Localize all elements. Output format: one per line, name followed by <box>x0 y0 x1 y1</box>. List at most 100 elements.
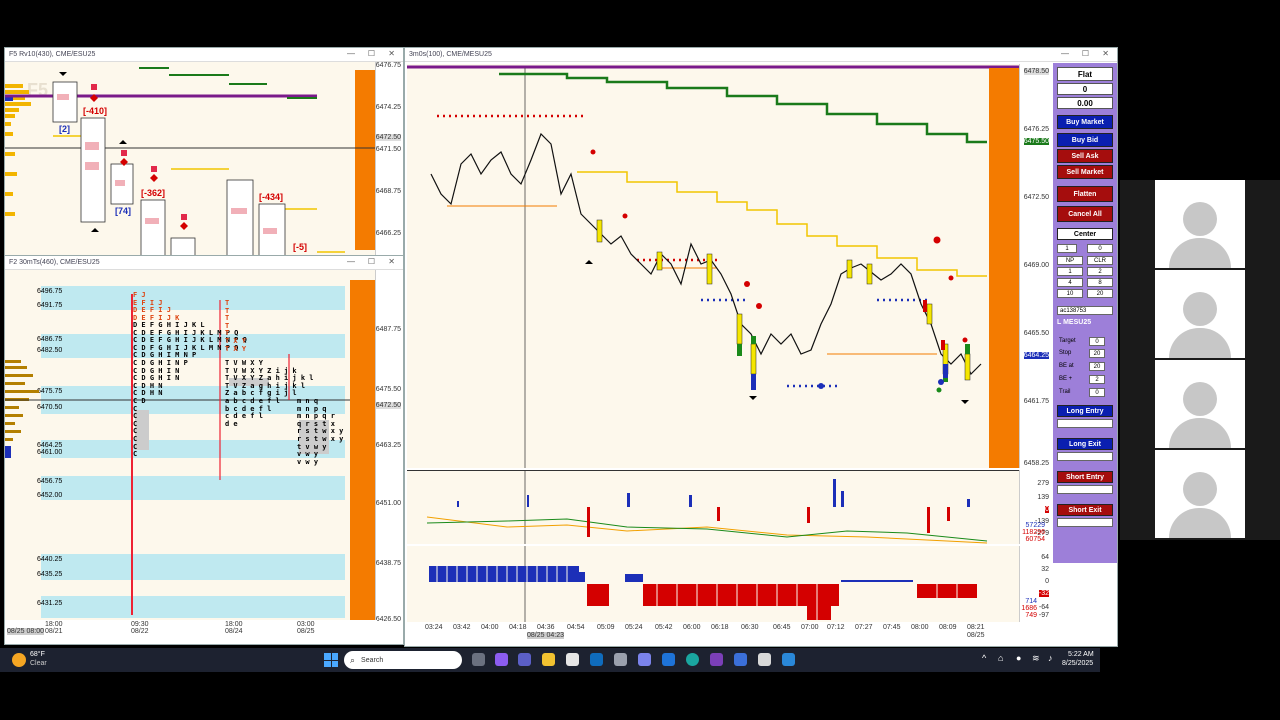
grid-np-button[interactable]: NP <box>1057 256 1083 265</box>
buy-bid-button[interactable]: Buy Bid <box>1057 133 1113 147</box>
mic-icon[interactable]: ● <box>1016 653 1021 663</box>
short-exit-button[interactable]: Short Exit <box>1057 504 1113 516</box>
clock-date[interactable]: 8/25/2025 <box>1062 660 1093 667</box>
task-view-icon[interactable] <box>472 653 485 666</box>
window-title-bar[interactable]: 3m0s(100), CME/MESU25 — ☐ ✕ <box>405 48 1117 62</box>
file-explorer-icon[interactable] <box>542 653 555 666</box>
start-icon[interactable] <box>324 653 338 667</box>
trail-input[interactable]: 0 <box>1089 388 1105 397</box>
order-entry-panel: Flat 0 0.00 Buy Market Buy Bid Sell Ask … <box>1053 63 1117 563</box>
store-icon[interactable] <box>566 653 579 666</box>
close-icon[interactable]: ✕ <box>388 49 395 58</box>
window-f2-tpo-chart: F2 30mTs(460), CME/ESU25 — ☐ ✕ 6496.75 6… <box>4 255 404 645</box>
price-label: 6475.50 <box>1023 138 1049 145</box>
grid-clr-button[interactable]: CLR <box>1087 256 1113 265</box>
volume-icon[interactable]: ♪ <box>1048 653 1053 663</box>
minimize-icon[interactable]: — <box>1061 49 1069 58</box>
quantity-input-2[interactable]: 0 <box>1087 244 1113 253</box>
axis-label: 32 <box>1041 566 1049 573</box>
window-app-icon[interactable] <box>758 653 771 666</box>
maximize-icon[interactable]: ☐ <box>1082 49 1089 58</box>
short-entry-select[interactable] <box>1057 485 1113 494</box>
edge-icon[interactable] <box>686 653 699 666</box>
main-time-axis: 03:24 03:42 04:00 04:18 04:36 04:54 05:0… <box>407 622 1051 644</box>
quantity-input[interactable]: 1 <box>1057 244 1077 253</box>
maximize-icon[interactable]: ☐ <box>368 257 375 266</box>
teams-icon[interactable] <box>518 653 531 666</box>
weather-temp[interactable]: 68°F <box>30 651 45 658</box>
window-title-bar[interactable]: F2 30mTs(460), CME/ESU25 — ☐ ✕ <box>5 256 403 270</box>
search-box[interactable]: ⌕ Search <box>344 651 462 669</box>
window-main-chart: 3m0s(100), CME/MESU25 — ☐ ✕ 6478.50 6476… <box>404 47 1118 647</box>
time-label: 04:00 <box>481 624 499 631</box>
time-label: 06:18 <box>711 624 729 631</box>
price-label: 6451.00 <box>375 500 401 507</box>
be-plus-input[interactable]: 2 <box>1089 375 1105 384</box>
stop-input[interactable]: 20 <box>1089 349 1105 358</box>
cancel-all-button[interactable]: Cancel All <box>1057 206 1113 222</box>
mail-icon[interactable] <box>662 653 675 666</box>
short-entry-button[interactable]: Short Entry <box>1057 471 1113 483</box>
grid-qty-button[interactable]: 2 <box>1087 267 1113 276</box>
short-exit-select[interactable] <box>1057 518 1113 527</box>
trading-app-icon[interactable] <box>734 653 747 666</box>
f5-chart-area[interactable]: F5 [-410] [2] [-362] [74] [-434] [-5] <box>5 62 377 258</box>
be-at-input[interactable]: 20 <box>1089 362 1105 371</box>
participant-tile[interactable] <box>1155 180 1245 268</box>
grid-qty-button[interactable]: 20 <box>1087 289 1113 298</box>
participant-tile[interactable] <box>1155 360 1245 448</box>
target-input[interactable]: 0 <box>1089 337 1105 346</box>
long-exit-button[interactable]: Long Exit <box>1057 438 1113 450</box>
main-price-chart[interactable] <box>407 64 1019 468</box>
account-select[interactable]: ac138753 <box>1057 306 1113 315</box>
close-icon[interactable]: ✕ <box>1102 49 1109 58</box>
grid-qty-button[interactable]: 4 <box>1057 278 1083 287</box>
sell-ask-button[interactable]: Sell Ask <box>1057 149 1113 163</box>
participant-tile[interactable] <box>1155 450 1245 538</box>
teams-icon[interactable] <box>638 653 651 666</box>
axis-label: 139 <box>1037 494 1049 501</box>
grid-qty-button[interactable]: 8 <box>1087 278 1113 287</box>
grid-qty-button[interactable]: 1 <box>1057 267 1083 276</box>
flatten-button[interactable]: Flatten <box>1057 186 1113 202</box>
chart-app-icon[interactable] <box>782 653 795 666</box>
long-exit-select[interactable] <box>1057 452 1113 461</box>
tpo-profile-1: F J E F I J D E F I J D E F I J K <box>133 291 180 322</box>
main-price-axis[interactable]: 6478.50 6476.25 6475.50 6472.50 6469.00 … <box>1019 64 1051 468</box>
time-label: 04:54 <box>567 624 585 631</box>
price-label: 6472.50 <box>1023 194 1049 201</box>
close-icon[interactable]: ✕ <box>388 257 395 266</box>
visual-studio-icon[interactable] <box>710 653 723 666</box>
cursor-time-label: 08/25 08:00 <box>7 628 44 635</box>
long-entry-button[interactable]: Long Entry <box>1057 405 1113 417</box>
sell-market-button[interactable]: Sell Market <box>1057 165 1113 179</box>
f5-price-axis[interactable]: 6476.75 6474.25 6472.50 6471.50 6468.75 … <box>375 62 403 256</box>
date-label: 08/22 <box>131 628 149 635</box>
indicator-volume-pane[interactable] <box>407 546 1019 622</box>
search-placeholder: Search <box>361 656 384 664</box>
network-icon[interactable]: ⌂ <box>998 653 1003 663</box>
maximize-icon[interactable]: ☐ <box>368 49 375 58</box>
grid-qty-button[interactable]: 10 <box>1057 289 1083 298</box>
long-entry-select[interactable] <box>1057 419 1113 428</box>
tray-chevron-icon[interactable]: ^ <box>982 653 986 663</box>
minimize-icon[interactable]: — <box>347 49 355 58</box>
tpo-price-axis[interactable]: 6487.75 6475.50 6472.50 6463.25 6451.00 … <box>375 270 403 644</box>
window-title-bar[interactable]: F5 Rv10(430), CME/ESU25 — ☐ ✕ <box>5 48 403 62</box>
outlook-icon[interactable] <box>590 653 603 666</box>
wifi-icon[interactable]: ≋ <box>1032 653 1040 664</box>
weather-icon[interactable] <box>12 653 26 667</box>
copilot-icon[interactable] <box>495 653 508 666</box>
minimize-icon[interactable]: — <box>347 257 355 266</box>
clock-time[interactable]: 5:22 AM <box>1068 651 1094 658</box>
center-button[interactable]: Center <box>1057 228 1113 240</box>
participant-tile[interactable] <box>1155 270 1245 358</box>
tpo-chart-area[interactable]: 6496.75 6491.75 6486.75 6482.50 6475.75 … <box>5 270 377 620</box>
indicator-delta-pane[interactable] <box>407 470 1019 544</box>
buy-market-button[interactable]: Buy Market <box>1057 115 1113 129</box>
settings-icon[interactable] <box>614 653 627 666</box>
windows-taskbar: 68°F Clear ⌕ Search ^ ⌂ ● ≋ ♪ 5:22 AM 8/… <box>0 648 1100 672</box>
price-label: 6468.75 <box>375 188 401 195</box>
delta-label: [-5] <box>293 242 307 252</box>
position-pnl: 0.00 <box>1057 97 1113 109</box>
